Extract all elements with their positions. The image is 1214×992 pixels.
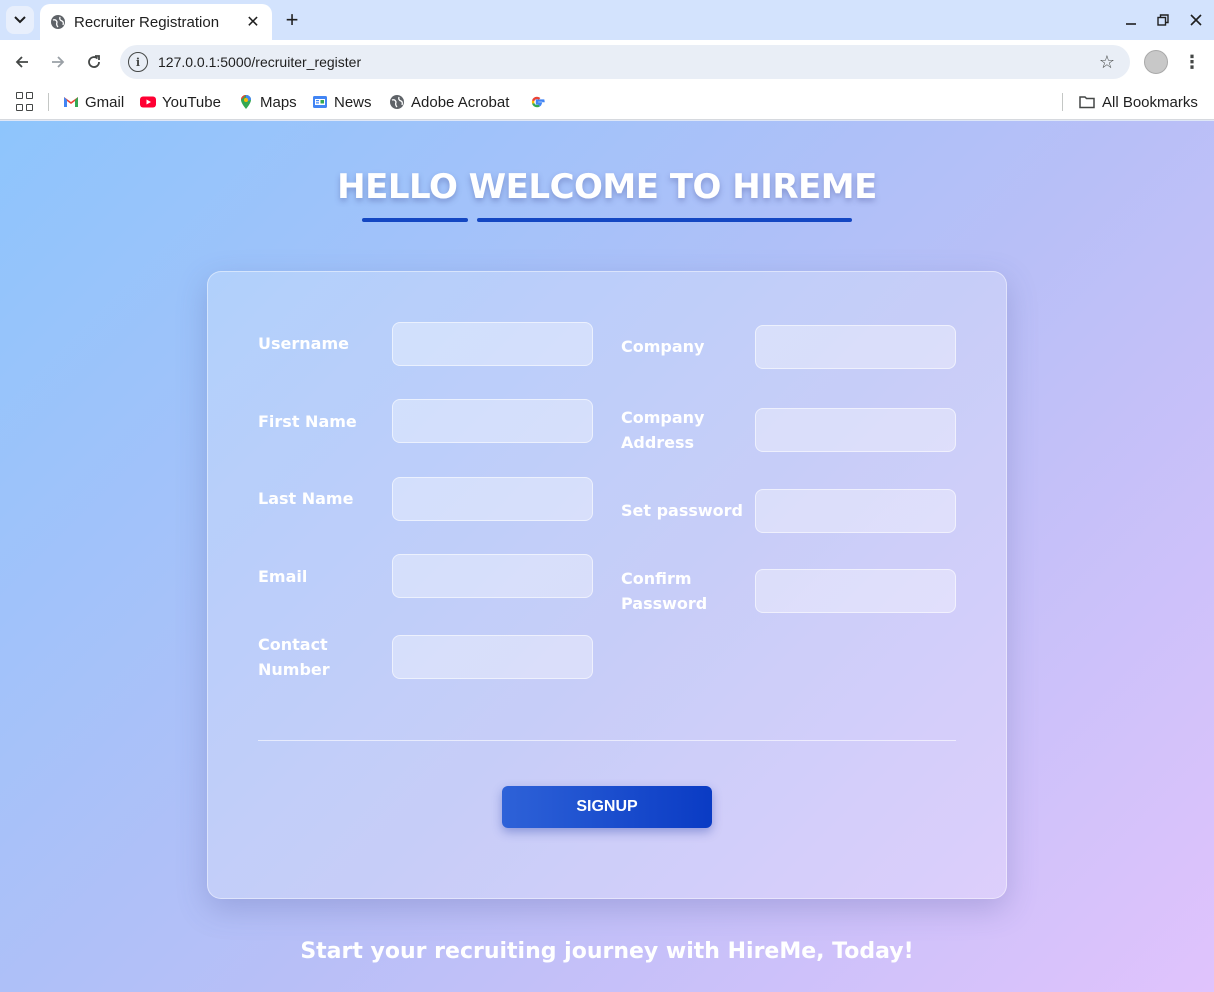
chevron-down-icon [14, 16, 26, 24]
bookmark-maps[interactable]: Maps [238, 91, 297, 113]
bookmark-google[interactable] [529, 91, 551, 113]
contact-number-input[interactable] [392, 635, 593, 679]
maps-icon [241, 95, 251, 109]
gmail-icon [64, 97, 78, 107]
tab-search-button[interactable] [6, 6, 34, 34]
back-button[interactable] [8, 48, 36, 76]
forward-button[interactable] [44, 48, 72, 76]
form-divider [258, 740, 956, 741]
title-underline-long [477, 218, 852, 222]
tagline: Start your recruiting journey with HireM… [300, 939, 914, 964]
first-name-label: First Name [258, 412, 357, 431]
registration-form-card: Username First Name Last Name Email Cont… [207, 271, 1007, 899]
profile-avatar[interactable] [1144, 50, 1168, 74]
bookmark-label: Gmail [85, 93, 125, 111]
all-bookmarks-button[interactable]: All Bookmarks [1078, 91, 1198, 113]
bookmark-gmail[interactable]: Gmail [63, 91, 124, 113]
google-icon [531, 96, 545, 108]
bookmark-label: Maps [260, 93, 297, 111]
bookmark-label: YouTube [162, 93, 221, 111]
email-field[interactable] [392, 554, 593, 598]
bookmark-adobe-acrobat[interactable]: Adobe Acrobat [389, 91, 509, 113]
tab-strip: Recruiter Registration ✕ + [0, 0, 1214, 40]
contact-number-label: Contact Number [258, 635, 330, 679]
more-menu-icon[interactable]: ⋮ [1180, 48, 1204, 76]
apps-grid-icon[interactable] [16, 92, 36, 112]
last-name-label: Last Name [258, 489, 354, 508]
bookmark-star-icon[interactable]: ☆ [1092, 52, 1122, 73]
bookmark-label: News [334, 93, 372, 111]
page-title: HELLO WELCOME TO HIREME [337, 167, 877, 207]
reload-button[interactable] [80, 48, 108, 76]
confirm-password-label: Confirm Password [621, 569, 708, 613]
bookmark-label: Adobe Acrobat [411, 93, 510, 111]
last-name-input[interactable] [392, 477, 593, 521]
company-address-input[interactable] [755, 408, 956, 452]
bookmark-news[interactable]: News [312, 91, 372, 113]
youtube-icon [140, 96, 156, 108]
username-label: Username [258, 334, 349, 353]
username-input[interactable] [392, 322, 593, 366]
page-background: HELLO WELCOME TO HIREME Username First N… [0, 121, 1214, 992]
minimize-icon[interactable] [1119, 8, 1143, 32]
bookmark-separator [1062, 93, 1063, 111]
globe-icon [51, 15, 65, 29]
new-tab-button[interactable]: + [280, 7, 304, 32]
folder-icon [1079, 96, 1095, 109]
restore-icon[interactable] [1151, 8, 1175, 32]
all-bookmarks-label: All Bookmarks [1102, 93, 1198, 111]
title-underline-short [362, 218, 468, 222]
active-tab[interactable]: Recruiter Registration ✕ [40, 4, 272, 40]
address-bar[interactable]: i 127.0.0.1:5000/recruiter_register ☆ [120, 45, 1130, 79]
arrow-left-icon [15, 56, 28, 68]
set-password-label: Set password [621, 501, 744, 520]
confirm-password-input[interactable] [755, 569, 956, 613]
company-input[interactable] [755, 325, 956, 369]
close-window-icon[interactable] [1184, 8, 1208, 32]
globe-icon [390, 95, 404, 109]
signup-button[interactable]: SIGNUP [502, 786, 712, 828]
bookmarks-bar: Gmail YouTube Maps News Adobe Acrobat Al… [0, 84, 1214, 120]
tab-title: Recruiter Registration [74, 13, 220, 31]
tab-close-icon[interactable]: ✕ [244, 13, 262, 31]
bookmark-youtube[interactable]: YouTube [140, 91, 221, 113]
url-text[interactable]: 127.0.0.1:5000/recruiter_register [158, 54, 1092, 70]
company-label: Company [621, 337, 705, 356]
news-icon [313, 96, 327, 108]
email-label: Email [258, 567, 308, 586]
reload-icon [88, 55, 100, 68]
browser-toolbar: i 127.0.0.1:5000/recruiter_register ☆ ⋮ [0, 40, 1214, 84]
site-info-icon[interactable]: i [128, 52, 148, 72]
arrow-right-icon [52, 56, 65, 68]
bookmark-separator [48, 93, 49, 111]
company-address-label: Company Address [621, 408, 705, 452]
set-password-input[interactable] [755, 489, 956, 533]
first-name-input[interactable] [392, 399, 593, 443]
